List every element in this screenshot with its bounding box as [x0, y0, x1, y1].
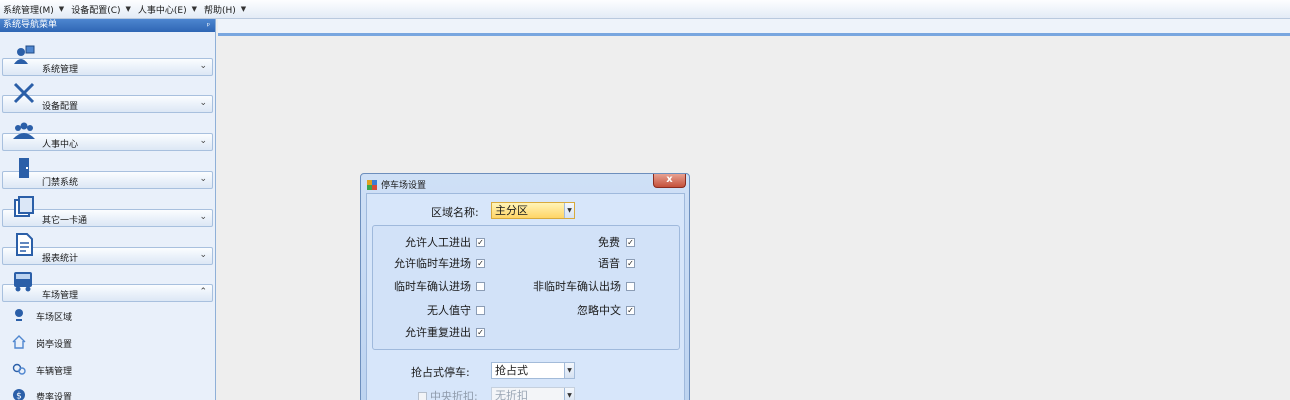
option-label: 允许重复进出 — [405, 326, 471, 339]
sidebar-group-door[interactable]: 门禁系统 ⌄ — [0, 157, 216, 195]
area-name-label: 区域名称: — [431, 206, 479, 219]
option-label: 允许临时车进场 — [394, 257, 471, 270]
sidebar-item-rate[interactable]: $ 费率设置 — [0, 385, 216, 400]
option-label: 非临时车确认出场 — [533, 280, 621, 293]
dropdown-arrow-icon[interactable]: ▼ — [564, 203, 574, 218]
sidebar: 系统导航菜单 ᵖ 系统管理 ⌄ 设备配置 ⌄ 人事中心 ⌄ 门禁系统 ⌄ 其它一… — [0, 19, 216, 400]
menu-device[interactable]: 设备配置(C) ▼ — [68, 0, 135, 19]
menu-help[interactable]: 帮助(H) ▼ — [201, 0, 250, 19]
sidebar-item-booth[interactable]: 岗亭设置 — [0, 332, 216, 354]
group-label: 设备配置 — [42, 102, 79, 112]
parking-icon — [14, 272, 32, 292]
svg-text:$: $ — [16, 392, 22, 400]
dropdown-arrow-icon: ▼ — [58, 5, 65, 13]
tools-icon — [13, 82, 35, 104]
door-icon — [19, 158, 29, 178]
voice-checkbox[interactable]: ✓ — [626, 259, 635, 268]
dialog-titlebar: 停车场设置 — [367, 178, 426, 191]
options-groupbox: 允许人工进出 ✓ 免费 ✓ 允许临时车进场 ✓ 语音 ✓ 临时车确认进场 非临时… — [372, 225, 680, 350]
chevron-down-icon[interactable]: ⌄ — [199, 98, 207, 108]
report-icon — [16, 233, 33, 256]
allow-repeat-checkbox[interactable]: ✓ — [476, 328, 485, 337]
close-button[interactable]: x — [653, 174, 686, 188]
grab-parking-select[interactable]: 抢占式 ▼ — [491, 362, 575, 379]
discount-value: 无折扣 — [495, 389, 528, 400]
sidebar-group-hr[interactable]: 人事中心 ⌄ — [0, 119, 216, 157]
app-icon — [367, 179, 377, 190]
group-label: 其它一卡通 — [42, 216, 88, 226]
menu-hr-label: 人事中心(E) — [137, 5, 187, 16]
option-label: 临时车确认进场 — [394, 280, 471, 293]
sidebar-title: 系统导航菜单 — [3, 20, 58, 30]
chevron-down-icon[interactable]: ⌄ — [199, 174, 207, 184]
dropdown-arrow-icon: ▼ — [125, 5, 131, 13]
sidebar-group-report[interactable]: 报表统计 ⌄ — [0, 233, 216, 271]
admin-icon — [14, 45, 35, 64]
sidebar-header: 系统导航菜单 ᵖ — [0, 19, 215, 32]
sidebar-group-card[interactable]: 其它一卡通 ⌄ — [0, 195, 216, 233]
close-icon: x — [666, 174, 673, 185]
sidebar-item-parking-area[interactable]: 车场区域 — [0, 305, 216, 327]
area-name-select[interactable]: 主分区 ▼ — [491, 202, 575, 219]
area-name-value: 主分区 — [495, 204, 528, 217]
menu-device-label: 设备配置(C) — [71, 5, 121, 16]
allow-manual-checkbox[interactable]: ✓ — [476, 238, 485, 247]
dropdown-arrow-icon: ▼ — [191, 5, 197, 13]
sidebar-item-label: 岗亭设置 — [36, 340, 73, 350]
coin-icon: $ — [13, 389, 25, 400]
pin-icon — [15, 309, 23, 321]
option-label: 忽略中文 — [577, 304, 621, 317]
sidebar-item-label: 费率设置 — [36, 393, 73, 400]
central-discount-label: 中央折扣: — [430, 390, 478, 400]
allow-temp-entry-checkbox[interactable]: ✓ — [476, 259, 485, 268]
dropdown-arrow-icon: ▼ — [240, 5, 247, 13]
group-label: 报表统计 — [42, 254, 79, 264]
sidebar-item-label: 车场区域 — [36, 313, 73, 323]
sidebar-group-parking[interactable]: 车场管理 ⌃ — [0, 270, 216, 308]
option-label: 无人值守 — [427, 304, 471, 317]
free-checkbox[interactable]: ✓ — [626, 238, 635, 247]
sidebar-item-vehicle[interactable]: 车辆管理 — [0, 359, 216, 381]
sidebar-group-system[interactable]: 系统管理 ⌄ — [0, 44, 216, 82]
menu-hr[interactable]: 人事中心(E) ▼ — [135, 0, 201, 19]
car-icon — [12, 363, 26, 375]
grab-parking-label: 抢占式停车: — [411, 366, 470, 379]
group-label: 系统管理 — [42, 65, 79, 75]
chevron-down-icon[interactable]: ⌄ — [199, 136, 207, 146]
menu-bar: 系统管理(M) ▼ 设备配置(C) ▼ 人事中心(E) ▼ 帮助(H) ▼ — [0, 0, 1290, 19]
dialog-title: 停车场设置 — [381, 181, 427, 191]
ignore-chinese-checkbox[interactable]: ✓ — [626, 306, 635, 315]
confirm-temp-entry-checkbox[interactable] — [476, 282, 485, 291]
sidebar-item-label: 车辆管理 — [36, 367, 73, 377]
group-label: 车场管理 — [42, 291, 79, 301]
dialog-body: 区域名称: 主分区 ▼ 允许人工进出 ✓ 免费 ✓ 允许临时车进场 ✓ 语音 ✓… — [366, 193, 685, 400]
menu-system-label: 系统管理(M) — [3, 5, 54, 16]
card-icon — [14, 196, 34, 217]
chevron-down-icon[interactable]: ⌄ — [199, 250, 207, 260]
chevron-down-icon[interactable]: ⌄ — [199, 61, 207, 71]
tab-strip — [218, 19, 1290, 36]
dropdown-arrow-icon[interactable]: ▼ — [564, 388, 574, 400]
option-label: 允许人工进出 — [405, 236, 471, 249]
discount-select[interactable]: 无折扣 ▼ — [491, 387, 575, 400]
group-label: 人事中心 — [42, 140, 79, 150]
parking-settings-dialog: 停车场设置 x 区域名称: 主分区 ▼ 允许人工进出 ✓ 免费 ✓ 允许临时车进… — [360, 173, 690, 400]
sidebar-group-device[interactable]: 设备配置 ⌄ — [0, 81, 216, 119]
option-label: 免费 — [598, 236, 620, 249]
grab-parking-value: 抢占式 — [495, 364, 528, 377]
people-icon — [13, 122, 35, 139]
confirm-nontemp-exit-checkbox[interactable] — [626, 282, 635, 291]
unattended-checkbox[interactable] — [476, 306, 485, 315]
pin-icon[interactable]: ᵖ — [207, 19, 210, 32]
menu-system[interactable]: 系统管理(M) ▼ — [0, 0, 68, 19]
dropdown-arrow-icon[interactable]: ▼ — [564, 363, 574, 378]
chevron-down-icon[interactable]: ⌄ — [199, 212, 207, 222]
chevron-up-icon[interactable]: ⌃ — [199, 287, 207, 297]
group-label: 门禁系统 — [42, 178, 79, 188]
menu-help-label: 帮助(H) — [204, 5, 236, 16]
house-icon — [12, 335, 26, 349]
option-label: 语音 — [598, 257, 620, 270]
central-discount-checkbox[interactable] — [418, 392, 427, 400]
